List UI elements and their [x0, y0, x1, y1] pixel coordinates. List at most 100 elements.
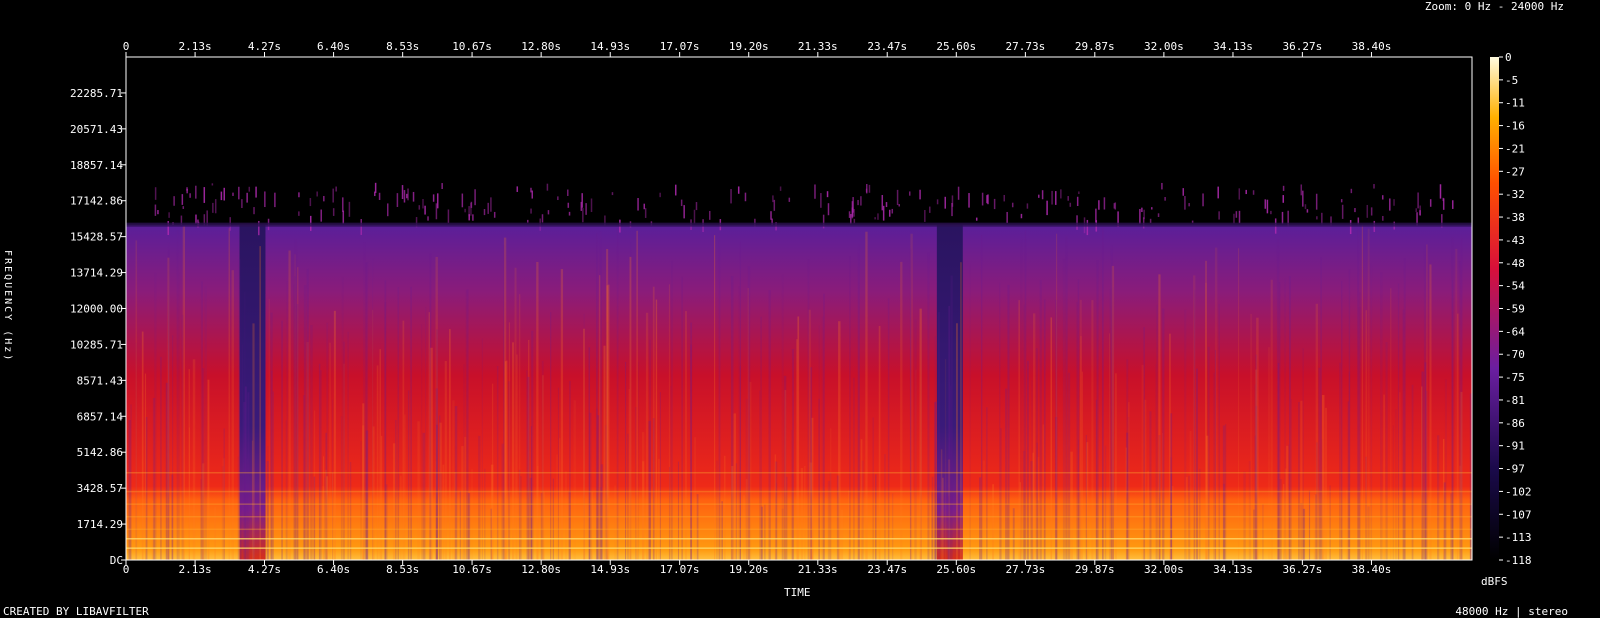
hf-speckle — [186, 187, 188, 191]
texture-streak — [655, 299, 658, 560]
texture-streak — [1324, 407, 1328, 560]
hf-speckle — [530, 208, 532, 214]
hf-speckle — [1038, 194, 1040, 198]
hf-speckle — [674, 184, 677, 196]
texture-streak — [718, 232, 721, 561]
texture-streak — [1345, 490, 1348, 560]
texture-streak — [1302, 348, 1304, 560]
x-tick-label-top: 19.20s — [729, 40, 769, 53]
hf-speckle — [568, 211, 571, 216]
texture-streak — [1070, 451, 1073, 560]
texture-streak — [982, 460, 986, 560]
hf-speckle — [1006, 211, 1008, 224]
colorbar-tick-label: -48 — [1505, 257, 1525, 270]
hf-speckle — [1266, 199, 1269, 214]
texture-streak — [559, 438, 561, 560]
texture-streak — [818, 325, 820, 560]
colorbar-tick-label: -91 — [1505, 440, 1525, 453]
hf-speckle — [195, 185, 197, 199]
hf-speckle — [644, 208, 647, 218]
texture-streak — [694, 437, 696, 560]
colorbar-tick-label: -97 — [1505, 463, 1525, 476]
hf-speckle — [1419, 205, 1421, 217]
hf-speckle — [274, 192, 276, 208]
x-tick-label-top: 2.13s — [179, 40, 212, 53]
texture-streak — [745, 398, 748, 560]
x-tick-label-top: 4.27s — [248, 40, 281, 53]
texture-streak — [891, 493, 894, 560]
hf-speckle — [483, 209, 486, 216]
hf-speckle — [730, 189, 732, 204]
texture-streak — [1205, 260, 1207, 560]
hf-speckle — [189, 193, 191, 198]
hf-speckle — [255, 186, 257, 198]
hf-speckle — [316, 191, 318, 197]
hf-speckle — [238, 186, 240, 200]
harmonic-line — [126, 547, 1472, 549]
hf-speckle — [944, 196, 946, 209]
hf-speckle — [157, 210, 159, 215]
hf-speckle — [1151, 207, 1153, 210]
texture-streak — [207, 379, 210, 560]
texture-streak — [627, 433, 629, 560]
colorbar-tick-label: -11 — [1505, 97, 1525, 110]
texture-streak — [1050, 317, 1053, 560]
hf-speckle — [1252, 190, 1255, 195]
texture-streak — [1267, 347, 1271, 560]
y-tick-label: 15428.57 — [70, 231, 123, 244]
hf-speckle — [581, 193, 583, 208]
hf-speckle — [857, 199, 859, 206]
texture-streak — [286, 281, 289, 560]
texture-streak — [980, 235, 983, 560]
texture-streak — [1423, 245, 1427, 561]
hf-speckle — [881, 195, 884, 211]
hf-speckle — [1238, 210, 1241, 224]
texture-streak — [1147, 470, 1149, 560]
texture-streak — [861, 460, 864, 560]
hf-speckle — [1164, 197, 1166, 201]
hf-speckle — [1157, 213, 1160, 217]
texture-streak — [1256, 317, 1259, 560]
texture-streak — [591, 491, 593, 560]
texture-streak — [1270, 279, 1273, 560]
hf-speckle — [406, 193, 408, 199]
x-tick-label-top: 34.13s — [1213, 40, 1253, 53]
hf-speckle — [888, 209, 891, 217]
texture-streak — [887, 298, 890, 560]
hf-speckle — [374, 182, 377, 193]
hf-speckle — [154, 187, 157, 200]
x-tick-label-bottom: 10.67s — [452, 563, 492, 576]
texture-streak — [465, 289, 468, 560]
hf-speckle — [981, 192, 984, 206]
hf-speckle — [378, 192, 381, 200]
hf-speckle — [1238, 188, 1241, 200]
hf-speckle — [1184, 196, 1186, 210]
hf-speckle — [1270, 210, 1272, 215]
texture-streak — [1035, 348, 1038, 560]
hf-speckle — [1098, 200, 1100, 210]
texture-streak — [542, 375, 544, 560]
hf-speckle — [323, 195, 325, 202]
texture-streak — [204, 286, 207, 560]
texture-streak — [360, 440, 362, 560]
texture-streak — [1298, 402, 1300, 560]
hf-speckle — [232, 192, 234, 196]
texture-streak — [1320, 257, 1322, 560]
texture-streak — [1288, 444, 1290, 560]
hf-speckle — [490, 197, 492, 212]
texture-streak — [739, 365, 742, 560]
y-tick-label: 13714.29 — [70, 267, 123, 280]
hf-speckle — [1370, 207, 1373, 216]
hf-speckle — [827, 203, 830, 216]
texture-streak — [1162, 308, 1165, 560]
hf-speckle — [898, 204, 900, 207]
texture-streak — [167, 257, 170, 560]
x-tick-label-bottom: 29.87s — [1075, 563, 1115, 576]
hf-speckle — [865, 188, 868, 193]
hf-speckle — [1188, 203, 1190, 207]
hf-speckle — [582, 208, 584, 223]
hf-speckle — [820, 193, 822, 208]
colorbar-tick-label: -43 — [1505, 234, 1525, 247]
texture-streak — [1141, 364, 1144, 560]
texture-streak — [1196, 368, 1198, 560]
